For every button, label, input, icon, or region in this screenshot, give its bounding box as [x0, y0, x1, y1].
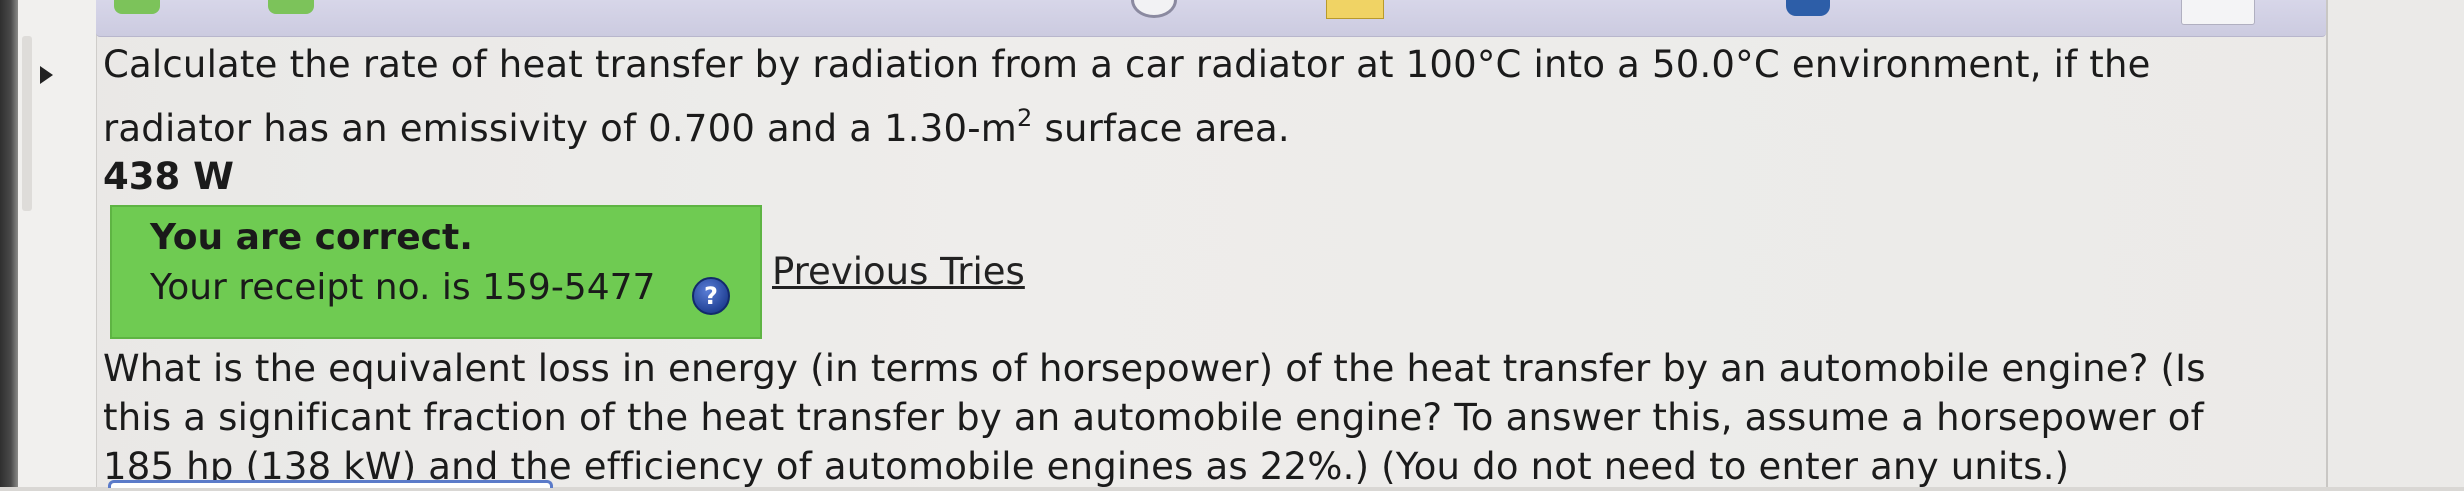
submitted-answer: 438 W: [103, 155, 234, 198]
forward-arrow-icon[interactable]: [268, 0, 314, 14]
timer-icon[interactable]: [1131, 0, 1177, 18]
correct-feedback-box: You are correct. Your receipt no. is 159…: [110, 205, 762, 339]
help-icon[interactable]: ?: [692, 277, 730, 315]
question-part2: What is the equivalent loss in energy (i…: [103, 344, 2333, 491]
question-part1-line2-start: radiator has an emissivity of 0.700 and …: [103, 107, 1018, 150]
gutter-rail: [22, 36, 32, 211]
toolbar-button[interactable]: [2181, 0, 2255, 25]
question-part2-line2: this a significant fraction of the heat …: [103, 396, 2204, 439]
question-part1-line2-end: surface area.: [1032, 107, 1290, 150]
back-arrow-icon[interactable]: [114, 0, 160, 14]
superscript-exponent: 2: [1017, 104, 1033, 132]
notes-icon[interactable]: [1326, 0, 1384, 19]
toolbar-tool-icon[interactable]: [1786, 0, 1830, 16]
question-part1-line1: Calculate the rate of heat transfer by r…: [103, 43, 2151, 86]
previous-tries-link[interactable]: Previous Tries: [772, 250, 1025, 293]
collapse-triangle-icon[interactable]: [40, 66, 53, 84]
top-toolbar: [96, 0, 2326, 37]
screen-bezel: [0, 0, 18, 487]
question-part1-line2: radiator has an emissivity of 0.700 and …: [103, 102, 1290, 156]
left-gutter: [18, 0, 97, 487]
correct-title: You are correct.: [150, 217, 473, 258]
receipt-number: Your receipt no. is 159-5477: [150, 267, 656, 308]
question-part2-line1: What is the equivalent loss in energy (i…: [103, 347, 2206, 390]
